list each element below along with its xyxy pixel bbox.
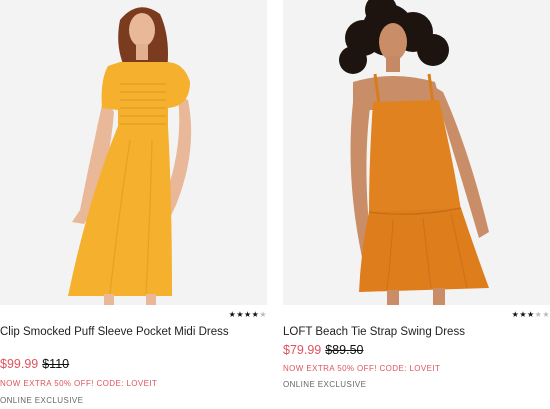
star-filled-icon: ★ bbox=[526, 310, 535, 319]
product-image[interactable] bbox=[283, 0, 550, 305]
product-card[interactable]: ★★★★★ Clip Smocked Puff Sleeve Pocket Mi… bbox=[0, 0, 267, 405]
product-image[interactable] bbox=[0, 0, 267, 305]
sale-price: $79.99 bbox=[283, 343, 322, 357]
promo-text: NOW EXTRA 50% OFF! CODE: LOVEIT bbox=[283, 364, 441, 373]
sale-price: $99.99 bbox=[0, 357, 39, 371]
promo-text: NOW EXTRA 50% OFF! CODE: LOVEIT bbox=[0, 379, 158, 388]
star-filled-icon: ★ bbox=[243, 310, 252, 319]
original-price: $110 bbox=[42, 357, 70, 371]
star-empty-icon: ★ bbox=[259, 310, 267, 319]
price-row: $79.99 $89.50 bbox=[283, 343, 363, 358]
star-rating: ★★★★★ bbox=[229, 311, 267, 319]
product-name[interactable]: Clip Smocked Puff Sleeve Pocket Midi Dre… bbox=[0, 325, 267, 340]
product-name[interactable]: LOFT Beach Tie Strap Swing Dress bbox=[283, 325, 550, 340]
product-card[interactable]: ★★★★★ LOFT Beach Tie Strap Swing Dress $… bbox=[283, 0, 550, 389]
original-price: $89.50 bbox=[325, 343, 364, 357]
star-filled-icon: ★ bbox=[236, 310, 244, 319]
exclusive-badge: ONLINE EXCLUSIVE bbox=[283, 380, 367, 389]
star-rating: ★★★★★ bbox=[512, 311, 550, 319]
dress-photo bbox=[283, 0, 550, 305]
price-row: $99.99 $110 bbox=[0, 357, 69, 372]
exclusive-badge: ONLINE EXCLUSIVE bbox=[0, 396, 84, 405]
star-filled-icon: ★ bbox=[519, 310, 527, 319]
star-empty-icon: ★ bbox=[542, 310, 550, 319]
dress-photo bbox=[0, 0, 267, 305]
